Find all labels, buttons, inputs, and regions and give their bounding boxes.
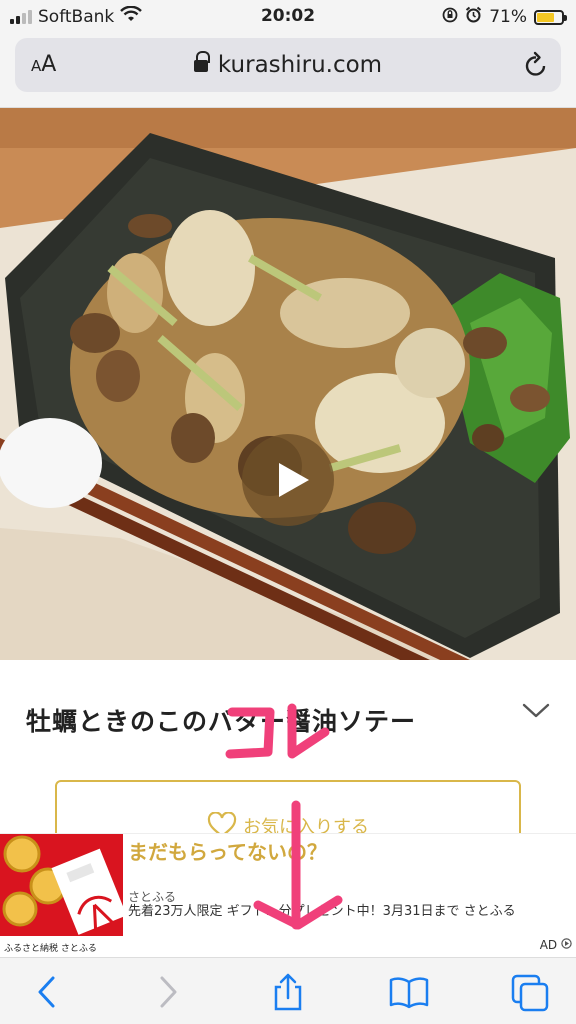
share-icon[interactable] (266, 972, 310, 1012)
address-bar[interactable]: AAAA kurashiru.com (15, 38, 561, 92)
lock-icon (193, 51, 210, 73)
ad-badge-label: AD (539, 938, 558, 952)
url-field[interactable]: kurashiru.com (15, 51, 561, 78)
recipe-photo (0, 108, 576, 660)
ad-headline[interactable]: まだもらってないの？ (128, 836, 327, 865)
ad-choices-badge[interactable]: AD (540, 938, 572, 952)
url-text: kurashiru.com (217, 52, 383, 78)
status-bar: SoftBank 20:02 71% (0, 0, 576, 32)
orientation-lock-icon (442, 7, 458, 28)
tabs-icon[interactable] (508, 972, 552, 1012)
ad-body-text[interactable]: 先着23万人限定 ギフト…分プレゼント中！3月31日まで さとふる (128, 903, 570, 920)
chevron-down-icon[interactable] (522, 702, 550, 724)
gift-envelope-illustration (0, 834, 123, 936)
alarm-icon (465, 6, 482, 28)
battery-icon (534, 9, 567, 25)
recipe-title: 牡蠣ときのこのバター醤油ソテー (26, 707, 417, 736)
ad-banner[interactable]: ふるさと納税 さとふる まだもらってないの？ さとふる 先着23万人限定 ギフト… (0, 833, 576, 958)
battery-percent: 71% (489, 7, 527, 27)
play-icon[interactable] (242, 434, 334, 526)
recipe-video-thumbnail[interactable] (0, 108, 576, 660)
forward-icon[interactable] (145, 972, 189, 1012)
back-icon[interactable] (26, 972, 70, 1012)
bookmarks-icon[interactable] (387, 972, 431, 1012)
reload-icon[interactable] (523, 50, 549, 82)
browser-toolbar (0, 957, 576, 1024)
ad-image[interactable]: ふるさと納税 さとふる (0, 834, 123, 958)
ad-choices-icon[interactable] (561, 938, 572, 949)
browser-address-area: AAAA kurashiru.com (0, 32, 576, 108)
ad-image-caption: ふるさと納税 さとふる (0, 936, 123, 958)
